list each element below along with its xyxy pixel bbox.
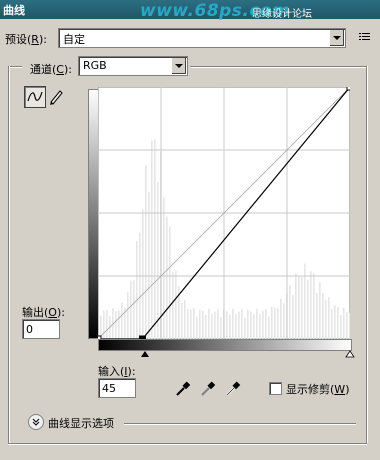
show-clipping-checkbox[interactable] [269, 382, 282, 395]
groupbox-bottom [8, 443, 367, 444]
show-clipping-label: 显示修剪(W) [286, 383, 350, 396]
input-gradient-bar [98, 339, 352, 351]
black-point-slider[interactable] [140, 350, 150, 358]
input-field[interactable]: 45 [98, 378, 136, 398]
channel-label: 通道(C): [30, 63, 72, 76]
preset-dropdown-arrow[interactable] [329, 30, 344, 46]
gray-eyedropper-icon[interactable] [200, 379, 216, 397]
groupbox-right [366, 66, 367, 443]
curve-options-label: 曲线显示选项 [48, 417, 114, 430]
output-label: 输出(O): [22, 306, 65, 319]
input-label: 输入(I): [98, 365, 136, 378]
watermark-tag: 思缘设计论坛 [252, 9, 312, 20]
groupbox-left [8, 66, 9, 443]
channel-dropdown-arrow[interactable] [171, 58, 186, 74]
curve-options-toggle[interactable] [28, 414, 44, 430]
curve-pencil-icon [27, 91, 43, 102]
channel-value: RGB [83, 59, 107, 72]
pencil-icon [50, 90, 63, 105]
black-eyedropper-icon[interactable] [175, 379, 191, 397]
menu-list-icon[interactable] [358, 30, 372, 44]
white-eyedropper-icon[interactable] [225, 379, 241, 397]
curve-options-divider [124, 423, 356, 424]
curves-graph[interactable] [98, 87, 350, 339]
output-field[interactable]: 0 [22, 319, 60, 339]
curve-tool-button[interactable] [24, 86, 46, 108]
window-title: 曲线 [3, 4, 25, 17]
groupbox-top-left [8, 66, 22, 67]
pencil-tool-button[interactable] [46, 86, 66, 106]
preset-value: 自定 [63, 33, 85, 46]
white-point-slider[interactable] [345, 350, 355, 358]
curve-control-point[interactable] [346, 87, 350, 91]
output-value: 0 [26, 323, 33, 336]
curve-control-point[interactable] [138, 335, 146, 339]
channel-select[interactable]: RGB [78, 56, 188, 76]
groupbox-top-right [190, 66, 366, 67]
input-value: 45 [102, 382, 116, 395]
curve-control-point[interactable] [98, 335, 102, 339]
preset-label: 预设(R): [5, 33, 47, 46]
chevron-down-icon [32, 418, 40, 426]
preset-select[interactable]: 自定 [58, 28, 346, 48]
